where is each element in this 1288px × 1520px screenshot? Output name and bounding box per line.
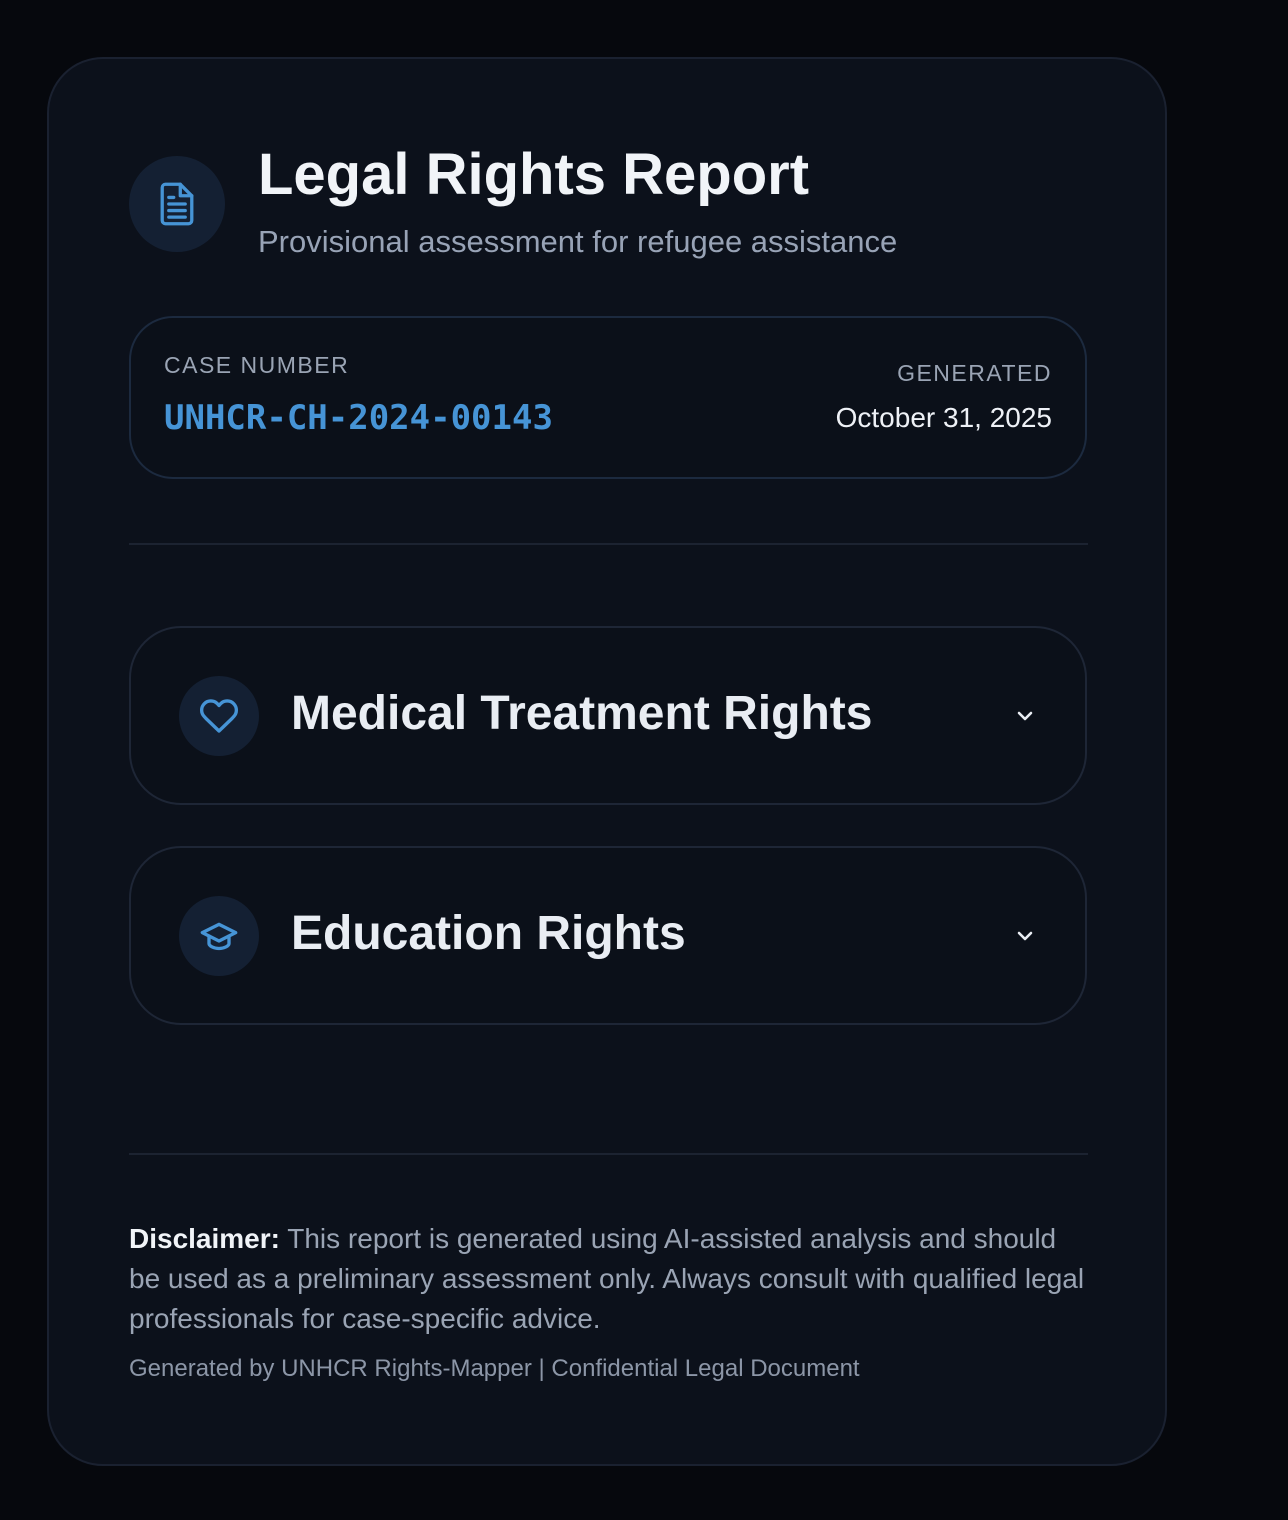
page-title: Legal Rights Report xyxy=(258,142,810,207)
disclaimer: Disclaimer: This report is generated usi… xyxy=(129,1219,1088,1339)
document-icon xyxy=(129,156,225,252)
graduation-cap-icon xyxy=(179,896,259,976)
divider xyxy=(129,543,1088,545)
disclaimer-label: Disclaimer: xyxy=(129,1223,280,1254)
divider xyxy=(129,1153,1088,1155)
chevron-down-icon[interactable] xyxy=(1013,704,1037,728)
page-subtitle: Provisional assessment for refugee assis… xyxy=(258,224,898,259)
heart-icon xyxy=(179,676,259,756)
section-title: Education Rights xyxy=(291,907,686,960)
section-education-rights[interactable]: Education Rights xyxy=(129,846,1087,1025)
section-title: Medical Treatment Rights xyxy=(291,687,873,740)
case-number-value: UNHCR-CH-2024-00143 xyxy=(164,398,553,438)
section-medical-treatment-rights[interactable]: Medical Treatment Rights xyxy=(129,626,1087,805)
case-info-panel: CASE NUMBER UNHCR-CH-2024-00143 GENERATE… xyxy=(129,316,1087,479)
generated-date: October 31, 2025 xyxy=(835,402,1052,433)
report-card: Legal Rights Report Provisional assessme… xyxy=(47,57,1167,1466)
case-number-label: CASE NUMBER xyxy=(164,352,350,378)
generated-label: GENERATED xyxy=(897,360,1052,386)
footer-text: Generated by UNHCR Rights-Mapper | Confi… xyxy=(129,1355,860,1382)
chevron-down-icon[interactable] xyxy=(1013,924,1037,948)
